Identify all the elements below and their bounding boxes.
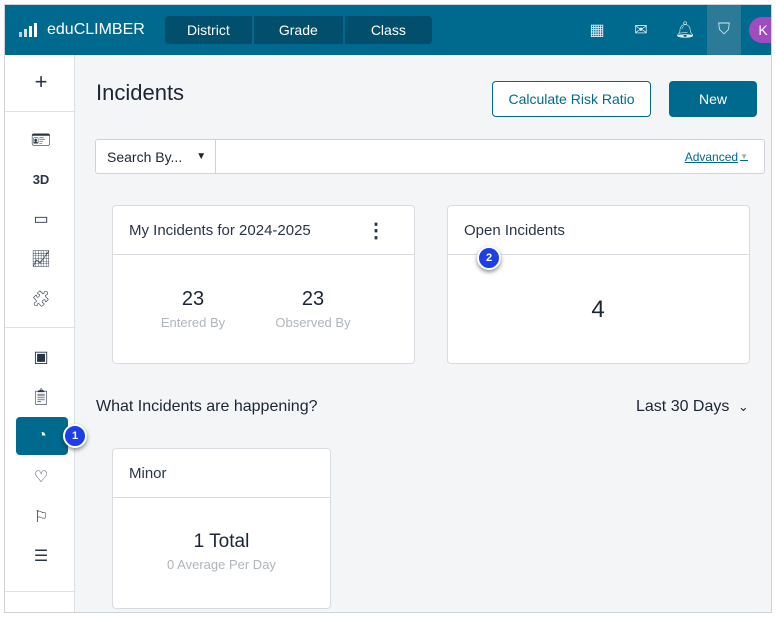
step-badge-1: 1 — [63, 424, 87, 448]
date-range-label: Last 30 Days — [636, 398, 730, 415]
flag-icon[interactable]: ⚐ — [15, 498, 67, 536]
scope-class[interactable]: Class — [344, 16, 432, 44]
puzzle-icon[interactable]: 🧩︎ — [15, 280, 67, 318]
calendar-person-icon[interactable]: ▣ — [15, 338, 67, 376]
sidebar: + 🪪︎ 3D ▭ 📈︎ 🧩︎ ▣ 📋︎ ◔ ♡ ⚐ ☰ — [5, 55, 75, 612]
minor-average: 0 Average Per Day — [167, 557, 276, 572]
clipboard-icon[interactable]: 📋︎ — [15, 378, 67, 416]
app-window: eduCLIMBER District Grade Class ▦ ✉ 🔔︎ ⛉… — [4, 4, 772, 613]
calendar-icon[interactable]: ▦ — [575, 5, 619, 55]
search-bar: Search By... ▼ Advanced ▼ — [95, 139, 765, 174]
search-input[interactable] — [216, 140, 685, 173]
entered-by-label: Entered By — [160, 315, 226, 330]
app-name: eduCLIMBER — [47, 21, 145, 38]
scope-grade[interactable]: Grade — [253, 16, 343, 44]
add-icon[interactable]: + — [15, 63, 67, 101]
whistle-icon[interactable]: ◔ — [16, 417, 68, 455]
scope-selector: District Grade Class — [164, 16, 434, 44]
observed-by-count[interactable]: 23 — [263, 288, 363, 311]
minor-card: Minor 1 Total 0 Average Per Day — [112, 448, 331, 609]
open-incidents-count[interactable]: 4 — [448, 296, 748, 324]
hands-heart-icon[interactable]: ♡ — [15, 458, 67, 496]
logo-bars-icon — [19, 23, 37, 37]
avatar[interactable]: K — [749, 17, 771, 43]
date-range-dropdown[interactable]: Last 30 Days ⌄ — [636, 398, 749, 416]
bell-icon[interactable]: 🔔︎ — [663, 5, 707, 55]
chevron-down-icon: ⌄ — [737, 399, 749, 414]
search-by-label: Search By... — [107, 148, 183, 165]
scope-district[interactable]: District — [164, 16, 252, 44]
id-card-icon[interactable]: 🪪︎ — [15, 121, 67, 159]
mail-icon[interactable]: ✉ — [619, 5, 663, 55]
caret-down-icon: ▼ — [740, 152, 748, 161]
step-badge-2: 2 — [477, 246, 501, 270]
shield-r-icon[interactable]: ⛉ — [707, 5, 741, 55]
search-by-dropdown[interactable]: Search By... ▼ — [96, 140, 216, 173]
more-vertical-icon[interactable]: ⋮ — [366, 218, 386, 243]
minor-total[interactable]: 1 Total — [113, 531, 330, 553]
entered-by-count[interactable]: 23 — [143, 288, 243, 311]
card-title: Minor — [113, 449, 330, 498]
page-title: Incidents — [96, 80, 185, 105]
my-incidents-card: My Incidents for 2024-2025 ⋮ 23 Entered … — [112, 205, 415, 364]
advanced-link[interactable]: Advanced ▼ — [685, 140, 748, 173]
caret-down-icon: ▼ — [196, 151, 207, 162]
chart-icon[interactable]: 📈︎ — [15, 240, 67, 278]
calculate-risk-ratio-button[interactable]: Calculate Risk Ratio — [492, 81, 651, 117]
open-incidents-card: Open Incidents 4 — [447, 205, 750, 364]
checklist-icon[interactable]: ☰ — [15, 537, 67, 575]
advanced-label: Advanced — [684, 149, 739, 164]
sidebar-item-3d[interactable]: 3D — [15, 160, 67, 198]
logo[interactable]: eduCLIMBER — [19, 21, 145, 39]
ad-screen-icon[interactable]: ▭ — [15, 200, 67, 238]
section-title: What Incidents are happening? — [96, 398, 318, 415]
top-bar: eduCLIMBER District Grade Class ▦ ✉ 🔔︎ ⛉… — [5, 5, 771, 55]
observed-by-label: Observed By — [275, 315, 351, 330]
new-button[interactable]: New — [669, 81, 757, 117]
